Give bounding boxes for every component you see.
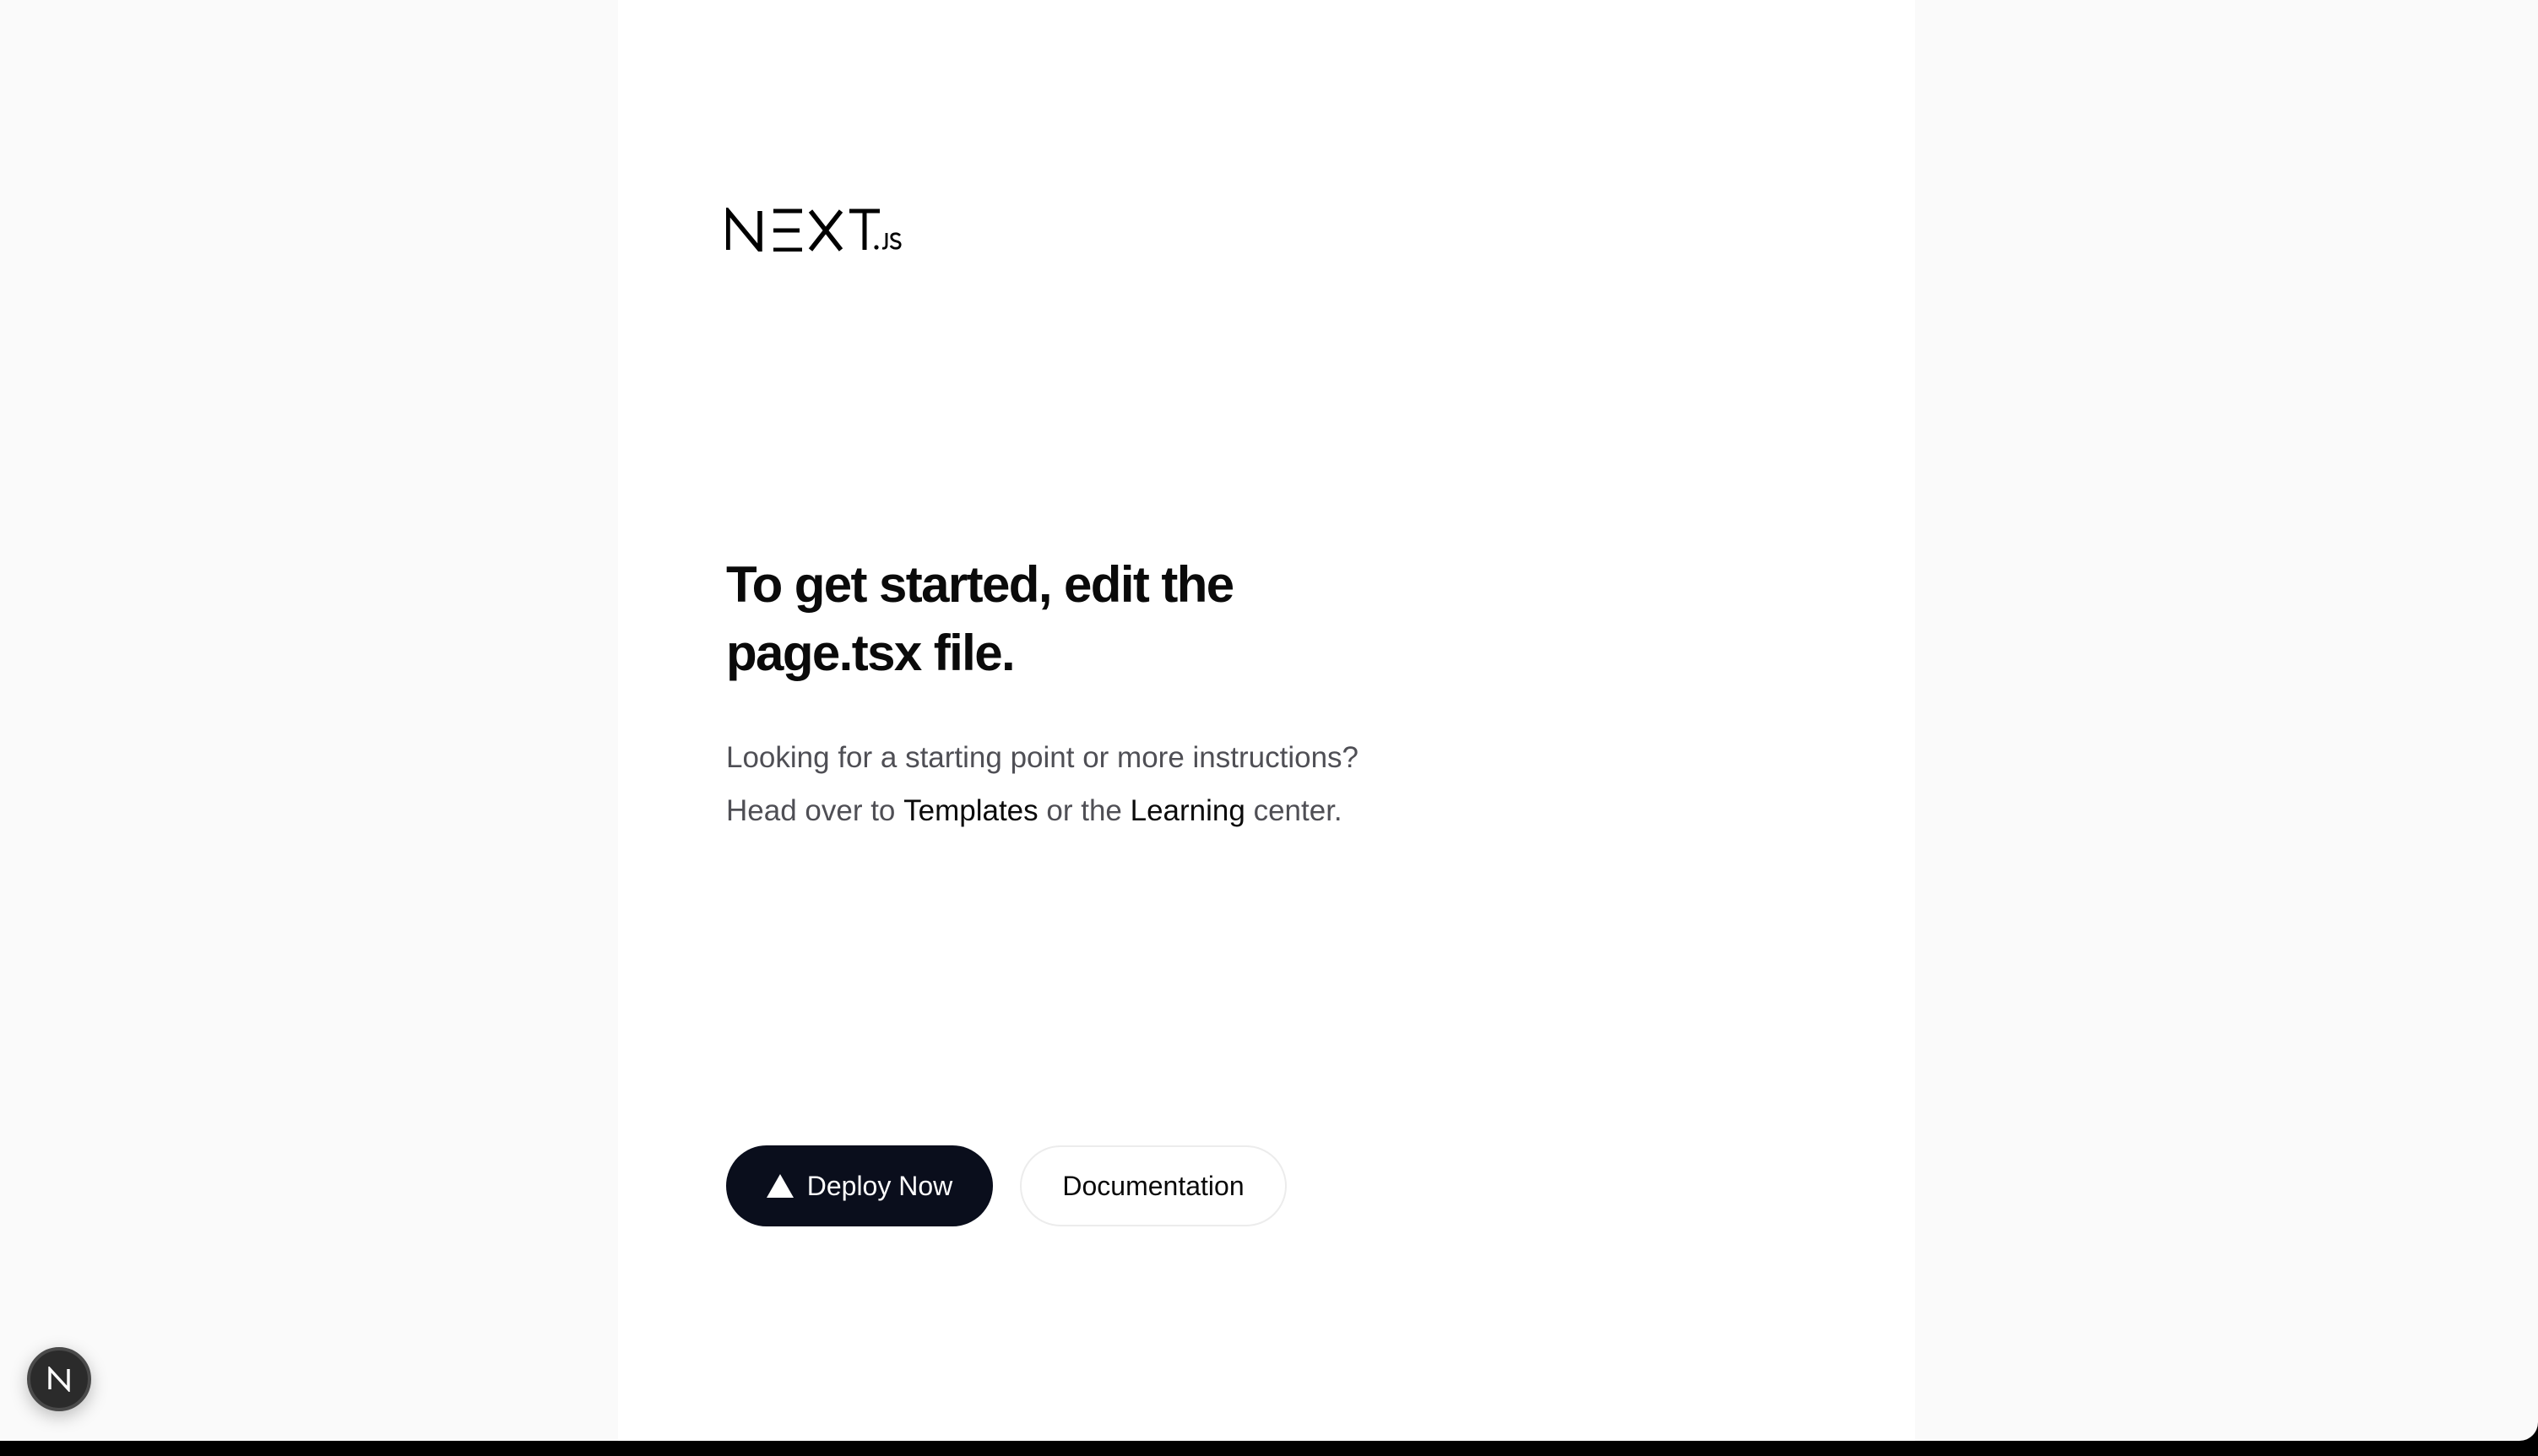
vercel-triangle-icon [766, 1174, 794, 1198]
deploy-now-button[interactable]: Deploy Now [726, 1145, 993, 1226]
intro-prefix: Head over to [726, 794, 904, 827]
documentation-label: Documentation [1062, 1170, 1245, 1201]
page-title-line-2: page.tsx file. [726, 625, 1016, 681]
nextjs-n-icon [48, 1367, 70, 1392]
documentation-button[interactable]: Documentation [1020, 1145, 1287, 1226]
intro-description: Looking for a starting point or more ins… [726, 731, 1469, 837]
learning-link[interactable]: Learning [1131, 794, 1245, 827]
page-title-line-1: To get started, edit the [726, 556, 1234, 613]
action-buttons: Deploy Now Documentation [726, 1145, 1287, 1226]
intro-middle: or the [1038, 794, 1131, 827]
deploy-now-label: Deploy Now [806, 1170, 953, 1201]
intro-suffix: center. [1245, 794, 1342, 827]
page-background: To get started, edit the page.tsx file. … [0, 0, 2538, 1441]
intro-line-1: Looking for a starting point or more ins… [726, 741, 1358, 774]
nextjs-logo [726, 208, 902, 252]
nextjs-dev-indicator[interactable] [27, 1347, 91, 1411]
main-content: To get started, edit the page.tsx file. … [618, 0, 1915, 1441]
templates-link[interactable]: Templates [903, 794, 1039, 827]
page-title: To get started, edit the page.tsx file. [726, 550, 1486, 687]
